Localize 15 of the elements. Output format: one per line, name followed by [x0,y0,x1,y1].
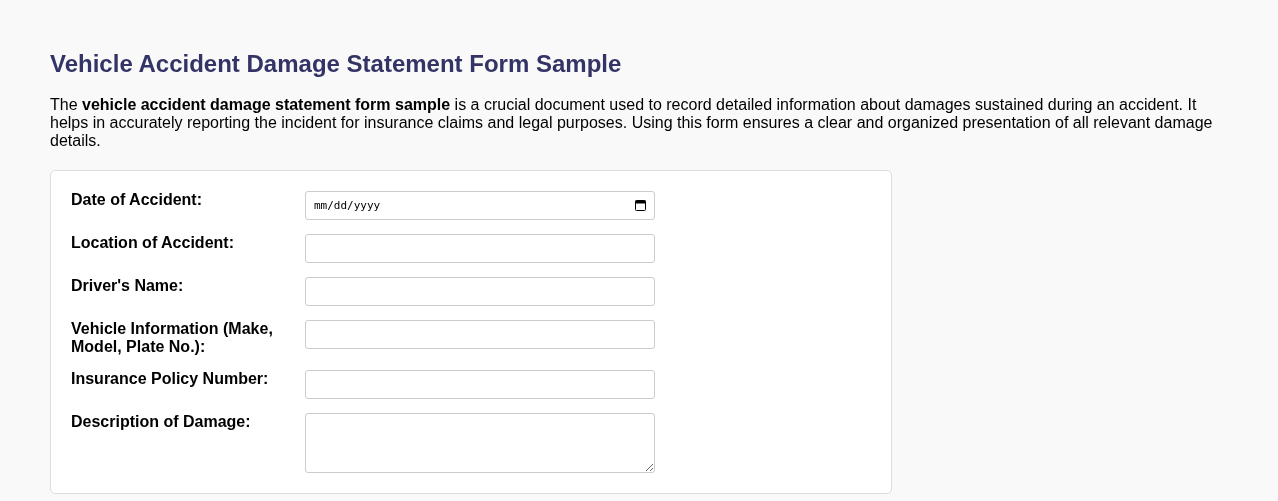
textarea-field[interactable] [305,413,655,473]
field-label: Date of Accident: [71,191,203,209]
field-label: Driver's Name: [71,277,185,295]
page-title: Vehicle Accident Damage Statement Form Sample [50,50,623,78]
field-label: Insurance Policy Number: [71,370,270,388]
field-label: Location of Accident: [71,234,235,252]
field-label: Description of Damage: [71,413,252,431]
calendar-icon[interactable] [635,199,646,211]
input-field[interactable] [305,320,655,349]
input-field[interactable] [305,234,655,263]
input-field[interactable] [305,277,655,306]
date-field[interactable]: mm/dd/yyyy [305,191,655,220]
input-field[interactable] [305,370,655,399]
field-label: Vehicle Information (Make, Model, Plate No.): [71,320,274,356]
intro-paragraph: The vehicle accident damage statement form sample is a crucial document used to record detailed information about damages sustained during an accident. It helps in accurately reporting the incident for insurance claims and legal purposes. Using this form ensures a clear and organized presentation of all relevant damage details. [50,96,1214,150]
